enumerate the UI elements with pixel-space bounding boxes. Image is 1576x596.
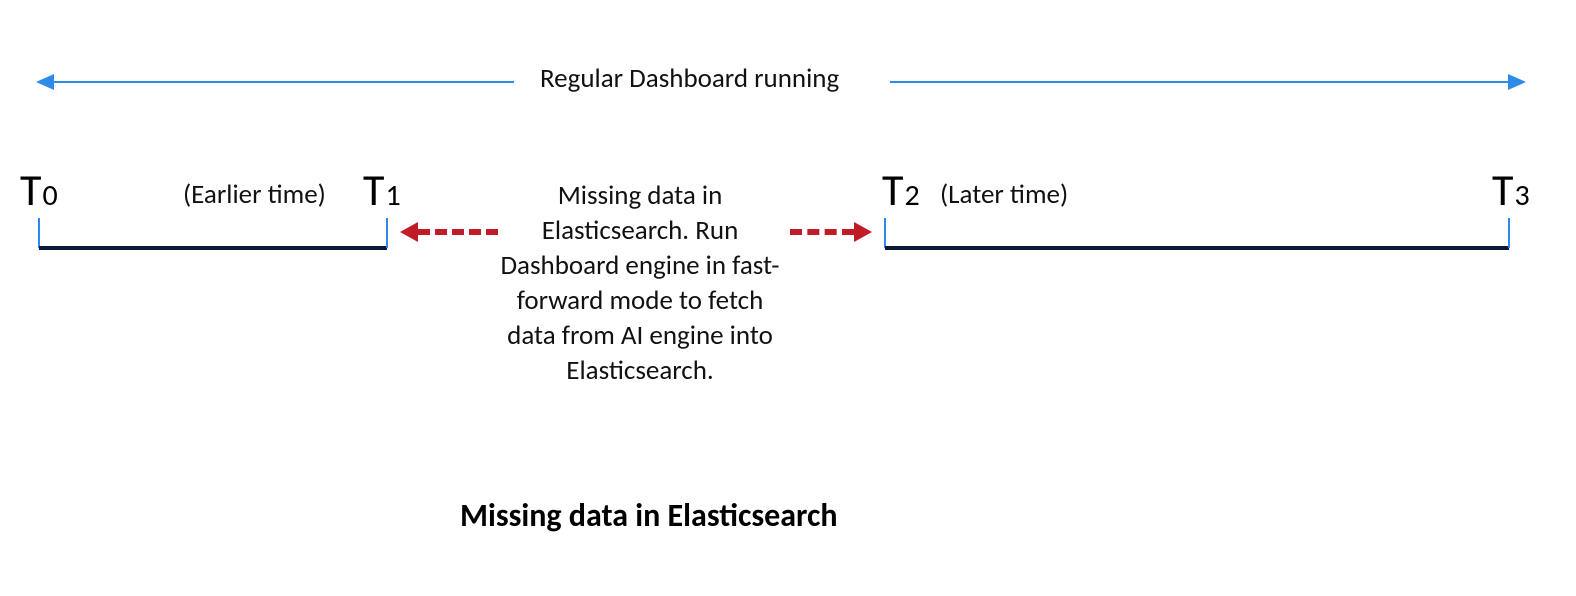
- t3-letter: T: [1492, 163, 1513, 217]
- axis-line-right: [885, 246, 1509, 250]
- top-arrow-line-right: [890, 81, 1508, 83]
- time-point-t2: T2: [882, 163, 920, 217]
- axis-tick-t2: [884, 218, 886, 248]
- t3-sub: 3: [1514, 177, 1529, 214]
- t1-sub: 1: [385, 177, 400, 214]
- figure-caption: Missing data in Elasticsearch: [460, 496, 838, 535]
- gap-arrow-dash-left: [418, 229, 498, 235]
- t2-sub: 2: [904, 177, 919, 214]
- top-arrow-label: Regular Dashboard running: [540, 62, 839, 95]
- axis-line-left: [39, 246, 387, 250]
- t0-sub: 0: [42, 177, 57, 214]
- time-point-t3: T3: [1492, 163, 1530, 217]
- t2-letter: T: [882, 163, 903, 217]
- axis-tick-t1: [386, 218, 388, 248]
- later-time-label: (Later time): [940, 178, 1068, 211]
- t0-letter: T: [20, 163, 41, 217]
- t1-letter: T: [363, 163, 384, 217]
- axis-tick-t0: [38, 218, 40, 248]
- gap-arrow-right-head: [854, 222, 872, 242]
- diagram-canvas: Regular Dashboard running T0 (Earlier ti…: [0, 0, 1576, 596]
- time-point-t0: T0: [20, 163, 58, 217]
- top-arrow-left-head: [36, 74, 54, 90]
- earlier-time-label: (Earlier time): [183, 178, 326, 211]
- time-point-t1: T1: [363, 163, 401, 217]
- top-arrow-line-left: [54, 81, 514, 83]
- axis-tick-t3: [1508, 218, 1510, 248]
- gap-arrow-dash-right: [790, 229, 854, 235]
- gap-description: Missing data in Elasticsearch. Run Dashb…: [490, 178, 790, 389]
- gap-arrow-left-head: [400, 222, 418, 242]
- top-arrow-right-head: [1508, 74, 1526, 90]
